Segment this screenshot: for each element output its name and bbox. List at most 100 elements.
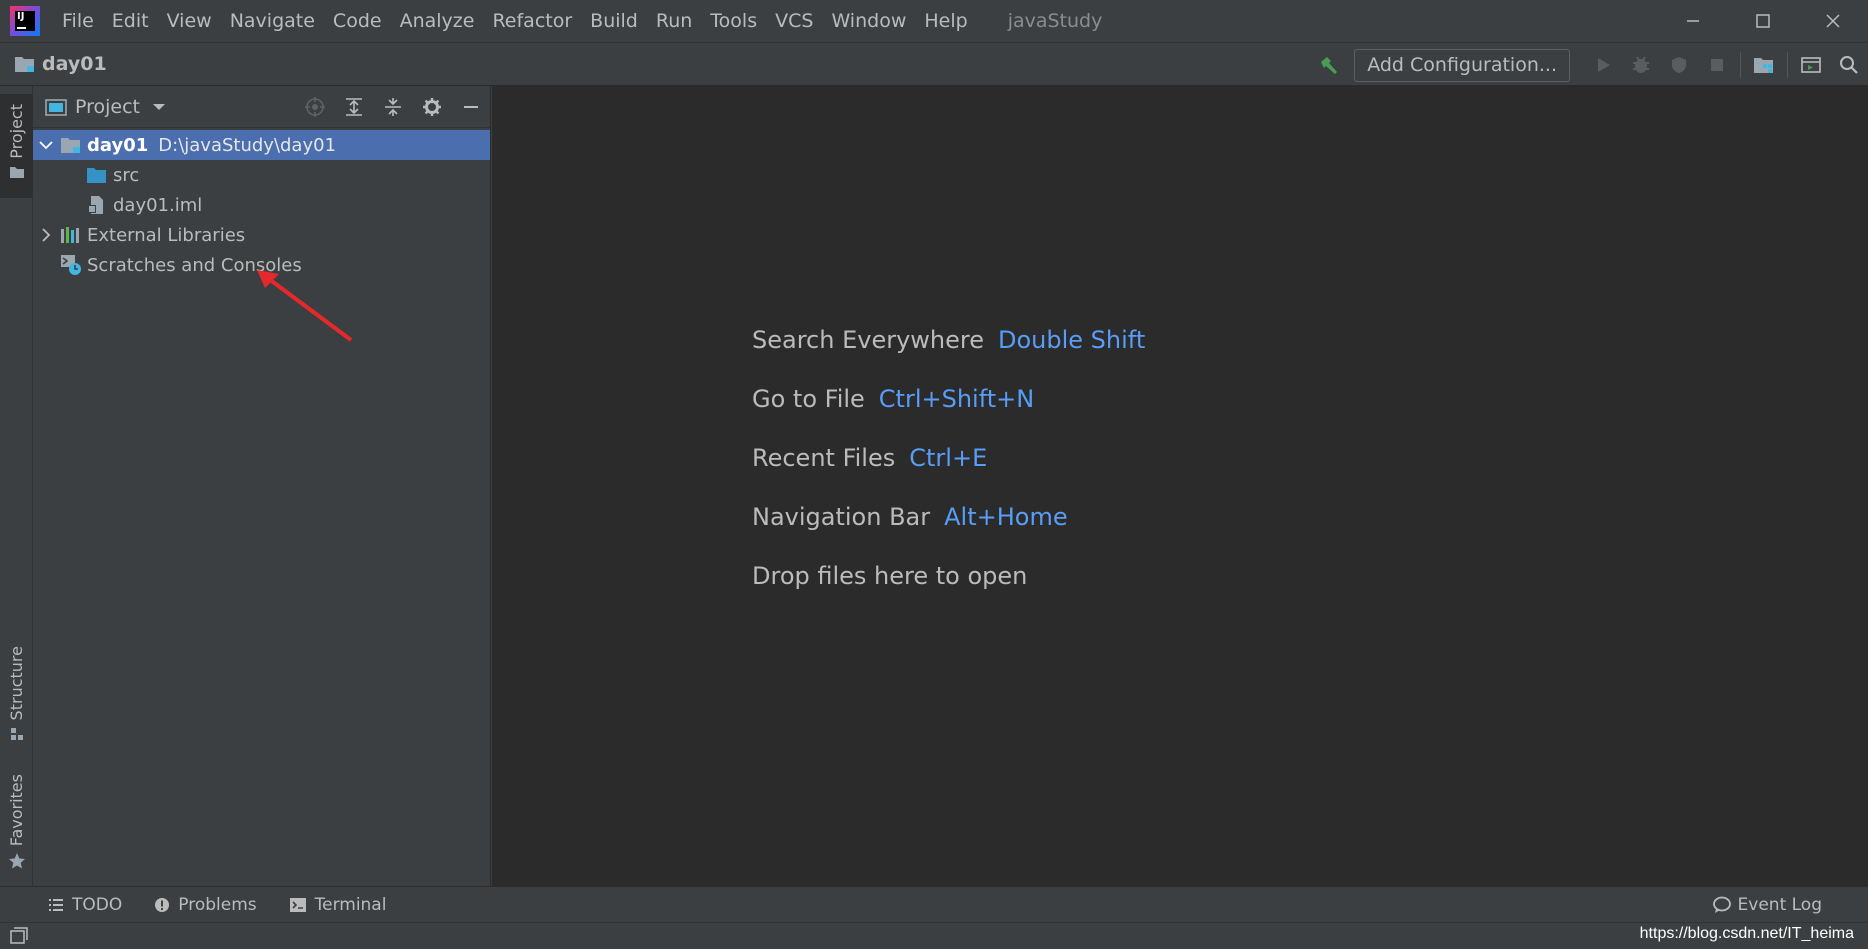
chevron-right-icon [42,228,51,242]
stop-icon [1711,59,1723,71]
panel-settings-button[interactable] [412,86,451,128]
menu-tools[interactable]: Tools [710,0,757,42]
hide-panel-button[interactable] [451,86,490,128]
project-tab-label: Project [7,104,26,159]
collapse-all-icon [384,98,401,116]
minimize-icon [1687,20,1699,22]
expand-arrow[interactable] [33,228,59,242]
info-icon [155,897,170,912]
menu-run[interactable]: Run [656,0,692,42]
close-button[interactable] [1798,0,1868,42]
project-panel-tools [295,86,490,128]
menu-edit[interactable]: Edit [112,0,149,42]
project-panel-header: Project [33,86,490,128]
search-button[interactable] [1830,43,1868,87]
bug-icon [1633,56,1649,73]
tree-root-path: D:\javaStudy\day01 [158,134,337,156]
build-button[interactable] [1310,43,1348,87]
window-title: javaStudy [1007,10,1103,32]
project-view-selector[interactable]: Project [45,96,166,118]
menu-refactor[interactable]: Refactor [492,0,572,42]
run-button[interactable] [1584,43,1622,87]
event-log-label: Event Log [1737,895,1822,915]
menu-view[interactable]: View [167,0,212,42]
menu-analyze[interactable]: Analyze [400,0,475,42]
debug-button[interactable] [1622,43,1660,87]
run-icon [1598,58,1610,72]
structure-tab-label: Structure [7,646,26,721]
todo-tab[interactable]: TODO [48,895,122,915]
source-folder-icon [85,164,109,186]
module-folder-icon [59,134,83,156]
bottom-tool-bar: TODO Problems Terminal Event Log [0,886,1868,922]
project-panel-title: Project [75,95,141,118]
empty-editor-hints: Search Everywhere Double Shift Go to Fil… [752,326,1145,621]
tree-item-src[interactable]: src [33,160,490,190]
toggle-tool-windows-icon[interactable] [10,927,28,945]
menu-vcs[interactable]: VCS [775,0,813,42]
menu-build[interactable]: Build [590,0,638,42]
status-bar: https://blog.csdn.net/IT_heima [0,922,1868,949]
locate-file-button[interactable] [295,86,334,128]
event-log-tab[interactable]: Event Log [1712,887,1822,923]
speech-bubble-icon [1712,896,1731,913]
terminal-label: Terminal [314,894,387,915]
gear-icon [422,98,441,116]
stop-button[interactable] [1698,43,1736,87]
add-configuration-button[interactable]: Add Configuration... [1354,48,1570,82]
tree-item-iml[interactable]: day01.iml [33,190,490,220]
navigation-bar: day01 Add Configuration... [0,42,1868,86]
menu-file[interactable]: File [62,0,94,42]
problems-tab[interactable]: Problems [154,895,257,915]
hint-shortcut: Ctrl+Shift+N [878,385,1035,413]
breadcrumb[interactable]: day01 [14,53,107,75]
tree-src-label: src [113,164,140,186]
menu-help[interactable]: Help [924,0,967,42]
project-tool-tab[interactable]: Project [0,94,33,198]
tree-external-label: External Libraries [87,224,246,246]
main-menu: File Edit View Navigate Code Analyze Ref… [62,0,986,42]
window-controls [1658,0,1868,42]
menu-code[interactable]: Code [333,0,382,42]
tree-iml-label: day01.iml [113,194,203,216]
run-anything-button[interactable] [1792,43,1830,87]
favorites-tool-tab[interactable]: Favorites [0,774,33,878]
project-view-icon [45,98,67,116]
expand-all-button[interactable] [334,86,373,128]
library-icon [59,224,83,246]
hint-drop-files: Drop files here to open [752,562,1145,621]
maximize-button[interactable] [1728,0,1798,42]
tree-item-day01[interactable]: day01 D:\javaStudy\day01 [33,130,490,160]
hint-label: Drop files here to open [752,562,1028,590]
tree-item-external-libraries[interactable]: External Libraries [33,220,490,250]
intellij-logo-icon: IJ [10,6,40,36]
left-tool-strip: Project Structure Favorites [0,86,33,886]
hint-shortcut: Double Shift [998,326,1146,354]
project-tree: day01 D:\javaStudy\day01 src day01.iml E… [33,128,490,280]
minimize-button[interactable] [1658,0,1728,42]
hint-label: Navigation Bar [752,503,931,531]
tree-root-name: day01 [87,134,149,156]
list-icon [49,898,63,911]
structure-icon [10,728,23,741]
hint-recent-files: Recent Files Ctrl+E [752,444,1145,503]
expand-arrow[interactable] [33,140,59,150]
collapse-all-button[interactable] [373,86,412,128]
hint-label: Recent Files [752,444,896,472]
hint-search-everywhere: Search Everywhere Double Shift [752,326,1145,385]
shield-icon [1672,57,1686,73]
menu-navigate[interactable]: Navigate [230,0,315,42]
structure-tool-tab[interactable]: Structure [0,646,33,746]
toolbar-separator [1740,52,1741,78]
coverage-button[interactable] [1660,43,1698,87]
terminal-tab[interactable]: Terminal [289,894,387,915]
hint-label: Go to File [752,385,865,413]
project-structure-button[interactable] [1745,43,1783,87]
expand-all-icon [345,98,362,116]
watermark-text: https://blog.csdn.net/IT_heima [1639,925,1854,942]
project-structure-icon [1754,58,1773,73]
editor-area[interactable]: Search Everywhere Double Shift Go to Fil… [492,86,1868,886]
star-icon [8,853,25,869]
chevron-down-icon [39,141,53,150]
menu-window[interactable]: Window [831,0,906,42]
